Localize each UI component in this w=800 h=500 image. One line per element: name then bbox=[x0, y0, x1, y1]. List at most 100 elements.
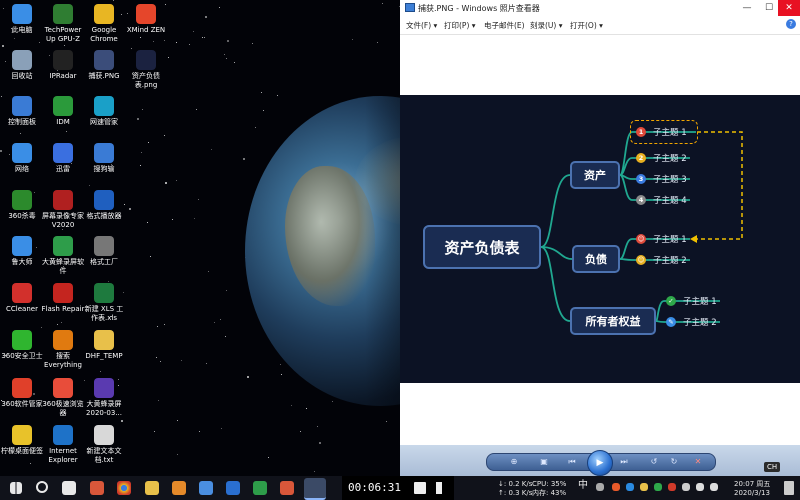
star bbox=[160, 361, 161, 362]
subtopic-marker-icon: ✓ bbox=[666, 296, 676, 306]
stop-recording-button[interactable] bbox=[414, 482, 426, 494]
star bbox=[41, 327, 42, 328]
desktop-icon-label: 360极速浏览器 bbox=[42, 400, 84, 417]
ime-overlay[interactable]: CH bbox=[764, 462, 781, 472]
desktop-icon[interactable]: IDM bbox=[41, 96, 85, 127]
zoom-icon[interactable]: ⊕ bbox=[507, 456, 521, 467]
desktop-icon[interactable]: 控制面板 bbox=[0, 96, 44, 127]
desktop-icon[interactable]: Flash Repair bbox=[41, 283, 85, 314]
notification-icon[interactable] bbox=[784, 481, 794, 495]
tray-icon[interactable] bbox=[626, 483, 634, 491]
menu-file[interactable]: 文件(F) ▾ bbox=[406, 20, 437, 31]
desktop-icon[interactable]: DHF_TEMP bbox=[82, 330, 126, 361]
next-icon[interactable]: ⏭ bbox=[617, 456, 631, 467]
delete-icon[interactable]: ✕ bbox=[691, 456, 705, 467]
desktop-icon[interactable]: 回收站 bbox=[0, 50, 44, 81]
tray-icon[interactable] bbox=[682, 483, 690, 491]
desktop-icon[interactable]: CCleaner bbox=[0, 283, 44, 314]
desktop-icon[interactable]: 屏幕录像专家V2020 bbox=[41, 190, 85, 229]
taskbar-app-icon[interactable] bbox=[253, 481, 267, 495]
tray-icon[interactable] bbox=[668, 483, 676, 491]
desktop-icon[interactable]: Internet Explorer bbox=[41, 425, 85, 464]
connector bbox=[540, 174, 571, 248]
desktop-icon[interactable]: 捕获.PNG bbox=[82, 50, 126, 81]
taskbar-app-icon[interactable] bbox=[199, 481, 213, 495]
tray-icon[interactable] bbox=[596, 483, 604, 491]
desktop-icon[interactable]: 网络 bbox=[0, 143, 44, 174]
close-button[interactable]: ✕ bbox=[778, 0, 800, 16]
star bbox=[172, 219, 173, 220]
photo-viewer-taskbar-icon[interactable] bbox=[304, 478, 326, 500]
desktop-icon[interactable]: 搜索Everything bbox=[41, 330, 85, 369]
desktop-icon[interactable]: IPRadar bbox=[41, 50, 85, 81]
help-icon[interactable]: ? bbox=[786, 19, 796, 29]
clock-time[interactable]: 20:07 周五 bbox=[734, 480, 770, 488]
taskbar-app-icon[interactable] bbox=[172, 481, 186, 495]
file-explorer-icon[interactable] bbox=[145, 481, 159, 495]
slideshow-button[interactable]: ▶ bbox=[587, 450, 613, 476]
desktop-icon[interactable]: XMind ZEN bbox=[124, 4, 168, 35]
taskbar-app-icon[interactable] bbox=[90, 481, 104, 495]
desktop-icon[interactable]: 新建 XLS 工作表.xls bbox=[82, 283, 126, 322]
previous-icon[interactable]: ⏮ bbox=[565, 456, 579, 467]
pause-recording-button[interactable] bbox=[436, 482, 442, 494]
flash-icon bbox=[53, 283, 73, 303]
desktop-icon-label: 搜狗输 bbox=[93, 165, 115, 173]
desktop-icon[interactable]: 鲁大师 bbox=[0, 236, 44, 267]
folder-icon bbox=[94, 330, 114, 350]
360-browser-icon bbox=[53, 378, 73, 398]
desktop-icon[interactable]: TechPower Up GPU-Z bbox=[41, 4, 85, 43]
star bbox=[314, 471, 315, 472]
desktop-icon[interactable]: 资产负债表.png bbox=[124, 50, 168, 89]
desktop-icon[interactable]: 360极速浏览器 bbox=[41, 378, 85, 417]
tray-icon[interactable] bbox=[654, 483, 662, 491]
desktop-icon[interactable]: 360软件管家 bbox=[0, 378, 44, 409]
desktop-icon[interactable]: 360杀毒 bbox=[0, 190, 44, 221]
chrome-icon[interactable] bbox=[117, 481, 131, 495]
desktop-icon[interactable]: 网速管家 bbox=[82, 96, 126, 127]
desktop-icon[interactable]: 360安全卫士 bbox=[0, 330, 44, 361]
start-button-icon[interactable] bbox=[10, 482, 22, 494]
desktop-icon[interactable]: 格式工厂 bbox=[82, 236, 126, 267]
desktop-icon[interactable]: 此电脑 bbox=[0, 4, 44, 35]
desktop-icon[interactable]: Google Chrome bbox=[82, 4, 126, 43]
menu-print[interactable]: 打印(P) ▾ bbox=[444, 20, 476, 31]
tray-icon[interactable] bbox=[612, 483, 620, 491]
subtopic-marker-icon: ✎ bbox=[666, 317, 676, 327]
star bbox=[148, 142, 149, 143]
maximize-button[interactable]: ☐ bbox=[758, 0, 780, 16]
desktop-icon[interactable]: 搜狗输 bbox=[82, 143, 126, 174]
menu-burn[interactable]: 刻录(U) ▾ bbox=[530, 20, 563, 31]
desktop-icon[interactable]: 迅雷 bbox=[41, 143, 85, 174]
star bbox=[193, 31, 194, 32]
word-icon[interactable] bbox=[226, 481, 240, 495]
star bbox=[57, 324, 58, 325]
rotate-right-icon[interactable]: ↻ bbox=[667, 456, 681, 467]
clock-date[interactable]: 2020/3/13 bbox=[734, 489, 770, 497]
star bbox=[62, 229, 63, 230]
desktop-icon[interactable]: 柠檬桌面便签 bbox=[0, 425, 44, 456]
desktop-icon[interactable]: 新建文本文档.txt bbox=[82, 425, 126, 464]
desktop-icon[interactable]: 大黄蜂录屏软件 bbox=[41, 236, 85, 275]
ime-indicator[interactable]: 中 bbox=[578, 481, 588, 491]
actual-size-icon[interactable]: ▣ bbox=[537, 456, 551, 467]
menu-email[interactable]: 电子邮件(E) bbox=[484, 20, 525, 31]
desktop-icon-label: 捕获.PNG bbox=[88, 72, 120, 80]
menu-open[interactable]: 打开(O) ▾ bbox=[570, 20, 603, 31]
screen-recorder-bar: 00:06:31 bbox=[342, 476, 454, 500]
desktop-icon[interactable]: 格式播放器 bbox=[82, 190, 126, 221]
tray-icon[interactable] bbox=[640, 483, 648, 491]
network-icon bbox=[12, 143, 32, 163]
star bbox=[277, 95, 278, 96]
star bbox=[377, 42, 378, 43]
star bbox=[89, 185, 90, 186]
xmind-icon[interactable] bbox=[280, 481, 294, 495]
desktop-icon[interactable]: 大黄蜂录屏2020-03... bbox=[82, 378, 126, 417]
subtopic-label: 子主题 4 bbox=[653, 196, 687, 206]
network-icon[interactable] bbox=[696, 483, 704, 491]
store-icon[interactable] bbox=[62, 481, 76, 495]
search-icon[interactable] bbox=[36, 481, 48, 493]
rotate-left-icon[interactable]: ↺ bbox=[647, 456, 661, 467]
volume-icon[interactable] bbox=[710, 483, 718, 491]
minimize-button[interactable]: — bbox=[736, 0, 758, 16]
